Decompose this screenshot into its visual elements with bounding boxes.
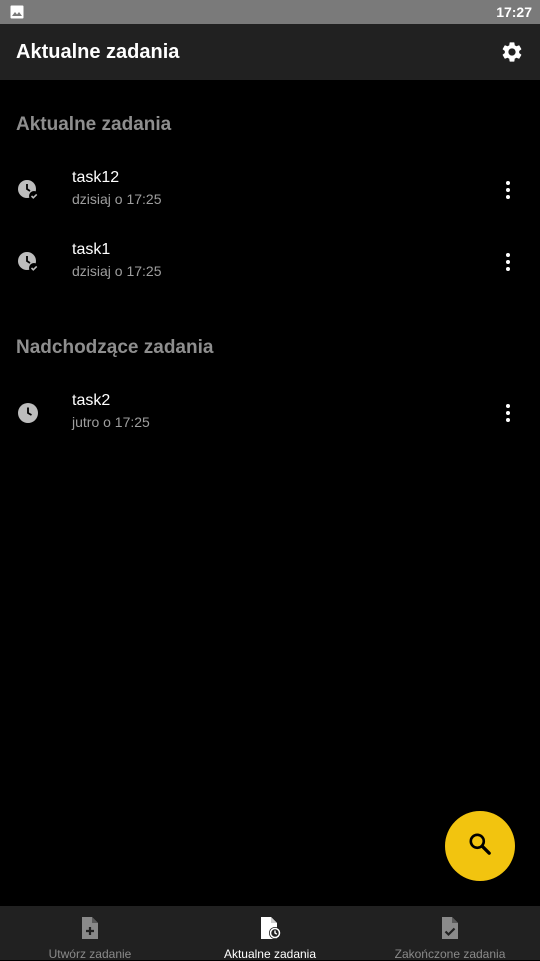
app-bar: Aktualne zadania: [0, 24, 540, 80]
section-header-upcoming: Nadchodzące zadania: [16, 337, 214, 358]
status-time: 17:27: [496, 4, 532, 20]
list-item[interactable]: task1 dzisiaj o 17:25: [0, 226, 540, 298]
list-item[interactable]: task12 dzisiaj o 17:25: [0, 154, 540, 226]
file-check-icon: [439, 916, 461, 945]
more-vert-icon[interactable]: [496, 401, 520, 425]
task-time: dzisiaj o 17:25: [72, 191, 162, 207]
nav-create-task[interactable]: Utwórz zadanie: [0, 906, 180, 961]
bottom-navigation: Utwórz zadanie Aktualne zadania Zakończo…: [0, 906, 540, 961]
nav-completed-tasks[interactable]: Zakończone zadania: [360, 906, 540, 961]
search-fab-button[interactable]: [445, 811, 515, 881]
task-title: task1: [72, 241, 111, 258]
page-title: Aktualne zadania: [16, 40, 180, 63]
nav-label: Utwórz zadanie: [48, 947, 132, 961]
search-icon: [467, 831, 493, 862]
task-list: Aktualne zadania task12 dzisiaj o 17:25: [0, 80, 540, 449]
nav-current-tasks[interactable]: Aktualne zadania: [180, 906, 360, 961]
task-time: jutro o 17:25: [72, 414, 150, 430]
section-header-current: Aktualne zadania: [16, 114, 172, 135]
clock-check-icon: [16, 178, 40, 202]
task-title: task12: [72, 169, 120, 186]
nav-label: Zakończone zadania: [394, 947, 506, 961]
file-plus-icon: [79, 916, 101, 945]
task-time: dzisiaj o 17:25: [72, 263, 162, 279]
file-clock-icon: [258, 916, 282, 945]
clock-check-icon: [16, 250, 40, 274]
clock-icon: [16, 401, 40, 425]
nav-label: Aktualne zadania: [223, 947, 317, 961]
more-vert-icon[interactable]: [496, 178, 520, 202]
image-icon: [10, 5, 24, 19]
task-title: task2: [72, 392, 111, 409]
list-item[interactable]: task2 jutro o 17:25: [0, 377, 540, 449]
more-vert-icon[interactable]: [496, 250, 520, 274]
status-bar: 17:27: [0, 0, 540, 24]
gear-icon[interactable]: [500, 40, 524, 64]
